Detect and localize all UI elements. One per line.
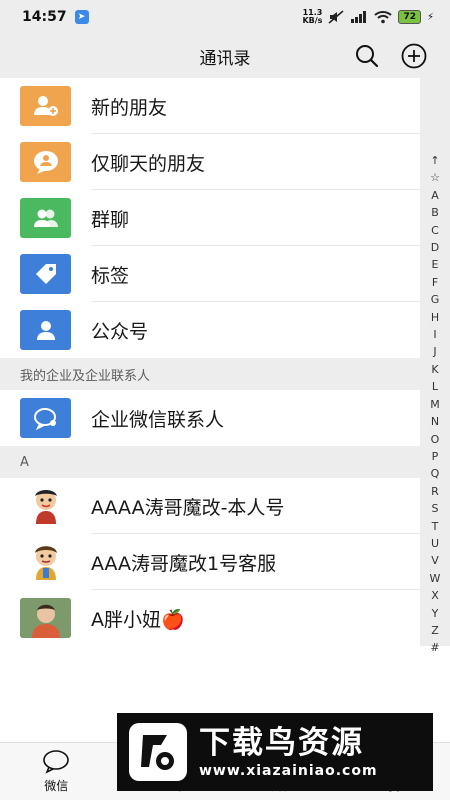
contact-row[interactable]: A胖小妞🍎 (0, 590, 420, 646)
index-letter[interactable]: I (420, 326, 450, 343)
index-letter[interactable]: Y (420, 605, 450, 622)
watermark-url: www.xiazainiao.com (199, 763, 378, 779)
index-letter[interactable]: J (420, 343, 450, 360)
charging-icon: ⚡ (426, 11, 434, 23)
index-letter[interactable]: T (420, 518, 450, 535)
index-letter[interactable]: L (420, 378, 450, 395)
index-letter[interactable]: K (420, 361, 450, 378)
index-letter[interactable]: A (420, 187, 450, 204)
tags-label: 标签 (91, 264, 130, 287)
index-letter[interactable]: C (420, 222, 450, 239)
status-bar: 14:57 ➤ 11.3 KB/s 72 ⚡ (0, 0, 450, 34)
chat-icon (43, 750, 70, 774)
signal-icon (351, 11, 367, 23)
add-icon[interactable] (400, 42, 428, 70)
app-notification-icon: ➤ (74, 10, 89, 24)
chat-only-friends-label: 仅聊天的朋友 (91, 152, 206, 175)
photo-avatar (20, 598, 71, 638)
alphabet-index-bar[interactable]: ↑ ☆ A B C D E F G H I J K L M N O P Q R S T U V W X Y Z # (420, 152, 450, 657)
new-friends-label: 新的朋友 (91, 96, 168, 119)
index-letter[interactable]: N (420, 413, 450, 430)
index-letter[interactable]: D (420, 239, 450, 256)
index-letter[interactable]: X (420, 587, 450, 604)
index-letter[interactable]: O (420, 431, 450, 448)
mute-icon (328, 10, 344, 24)
official-accounts-item[interactable]: 公众号 (0, 302, 420, 358)
new-friends-item[interactable]: 新的朋友 (0, 78, 420, 134)
wifi-icon (374, 11, 393, 24)
watermark-banner: 下载鸟资源 www.xiazainiao.com (117, 713, 433, 791)
index-letter[interactable]: # (420, 639, 450, 656)
contact-name: A胖小妞🍎 (91, 608, 185, 631)
index-letter[interactable]: ↑ (420, 152, 450, 169)
index-letter[interactable]: G (420, 291, 450, 308)
enterprise-contacts-label: 企业微信联系人 (91, 408, 225, 431)
contact-row[interactable]: AAAA涛哥魔改-本人号 (0, 478, 420, 534)
tag-icon (20, 254, 71, 294)
index-letter[interactable]: E (420, 256, 450, 273)
index-letter[interactable]: F (420, 274, 450, 291)
network-speed-unit: KB/s (302, 16, 323, 25)
watermark-text: 下载鸟资源 www.xiazainiao.com (199, 725, 378, 779)
index-letter[interactable]: M (420, 396, 450, 413)
chat-only-friends-item[interactable]: 仅聊天的朋友 (0, 134, 420, 190)
contact-row[interactable]: AAA涛哥魔改1号客服 (0, 534, 420, 590)
person-icon (20, 310, 71, 350)
bird-logo-icon (129, 723, 187, 781)
letter-section-header: A (0, 446, 450, 478)
enterprise-chat-icon (20, 398, 71, 438)
tab-chats[interactable]: 微信 (0, 743, 113, 800)
index-letter[interactable]: S (420, 500, 450, 517)
contact-name: AAA涛哥魔改1号客服 (91, 552, 277, 575)
official-accounts-label: 公众号 (91, 320, 149, 343)
enterprise-contacts-item[interactable]: 企业微信联系人 (0, 390, 420, 446)
index-letter[interactable]: U (420, 535, 450, 552)
group-chat-item[interactable]: 群聊 (0, 190, 420, 246)
index-letter[interactable]: V (420, 552, 450, 569)
index-letter[interactable]: Z (420, 622, 450, 639)
search-icon[interactable] (354, 43, 380, 69)
index-letter[interactable]: ☆ (420, 169, 450, 186)
watermark-title: 下载鸟资源 (199, 725, 364, 761)
group-icon (20, 198, 71, 238)
index-letter[interactable]: H (420, 309, 450, 326)
battery-indicator: 72 (398, 10, 421, 24)
status-indicators: 11.3 KB/s 72 ⚡ (302, 9, 434, 25)
nav-bar: 通讯录 (0, 34, 450, 78)
index-letter[interactable]: B (420, 204, 450, 221)
tags-item[interactable]: 标签 (0, 246, 420, 302)
tab-chats-label: 微信 (44, 779, 69, 793)
index-letter[interactable]: R (420, 483, 450, 500)
status-time: 14:57 (22, 9, 67, 25)
group-chat-label: 群聊 (91, 208, 130, 231)
contact-list: 新的朋友 仅聊天的朋友 群聊 标签 公众号 我的企业及企业联系人 企业微信联系人 (0, 78, 450, 646)
cartoon-avatar (20, 486, 71, 526)
contact-name: AAAA涛哥魔改-本人号 (91, 496, 285, 519)
network-speed: 11.3 KB/s (302, 9, 322, 25)
page-title: 通讯录 (199, 48, 251, 69)
index-letter[interactable]: P (420, 448, 450, 465)
index-letter[interactable]: W (420, 570, 450, 587)
chat-bubble-icon (20, 142, 71, 182)
enterprise-section-header: 我的企业及企业联系人 (0, 358, 450, 390)
cartoon-avatar-2 (20, 542, 71, 582)
add-friend-icon (20, 86, 71, 126)
index-letter[interactable]: Q (420, 465, 450, 482)
